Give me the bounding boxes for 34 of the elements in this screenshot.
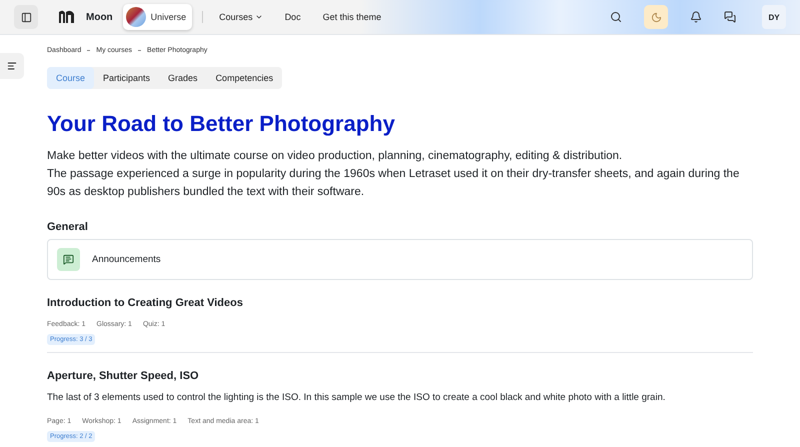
section-description: The last of 3 elements used to control the lighting is the ISO. In this sample we use the ISO to create a cool black and white photo with a little grain. [47, 392, 666, 403]
logo-icon [58, 10, 76, 24]
sidebar-icon [20, 12, 32, 22]
search-icon [610, 11, 622, 23]
bell-icon [690, 11, 702, 23]
theme-switch-button[interactable]: Universe [122, 4, 192, 30]
section-title: Aperture, Shutter Speed, ISO [47, 370, 200, 382]
tab[interactable]: Competencies [206, 67, 282, 89]
course-index-button[interactable] [0, 53, 24, 79]
nav-link[interactable]: Doc [284, 12, 301, 22]
user-avatar[interactable]: DY [762, 5, 786, 29]
activity-name: Announcements [92, 254, 161, 265]
moon-icon [650, 12, 662, 22]
list-icon [7, 61, 17, 71]
globe-icon [126, 7, 146, 27]
course-summary: The passage experienced a surge in popularity during the 1960s when Letraset used it on their dry-transfer sheets, and again during the 90s as desktop publishers bundled the text with their software. [47, 167, 740, 200]
breadcrumb-separator [87, 50, 90, 51]
chat-icon [724, 11, 736, 23]
activity-card[interactable]: Announcements [47, 239, 753, 280]
tab[interactable]: Grades [159, 67, 207, 89]
brand-name: Moon [86, 12, 113, 22]
section-title: Introduction to Creating Great Videos [47, 297, 244, 309]
tab[interactable]: Participants [94, 67, 160, 89]
tab[interactable]: Course [47, 67, 94, 89]
breadcrumb-separator [138, 50, 142, 51]
forum-icon [57, 248, 80, 271]
course-title: Your Road to Better Photography [47, 111, 396, 137]
dark-mode-button[interactable] [644, 5, 668, 29]
nav-link[interactable]: Get this theme [322, 12, 382, 22]
nav-link[interactable]: Courses [219, 12, 263, 22]
caret-icon [254, 13, 263, 21]
section-heading: General [47, 221, 89, 233]
sidebar-toggle-button[interactable] [14, 5, 38, 29]
course-summary: Make better videos with the ultimate course on video production, planning, cinematography, editing & distribution. [47, 149, 624, 164]
